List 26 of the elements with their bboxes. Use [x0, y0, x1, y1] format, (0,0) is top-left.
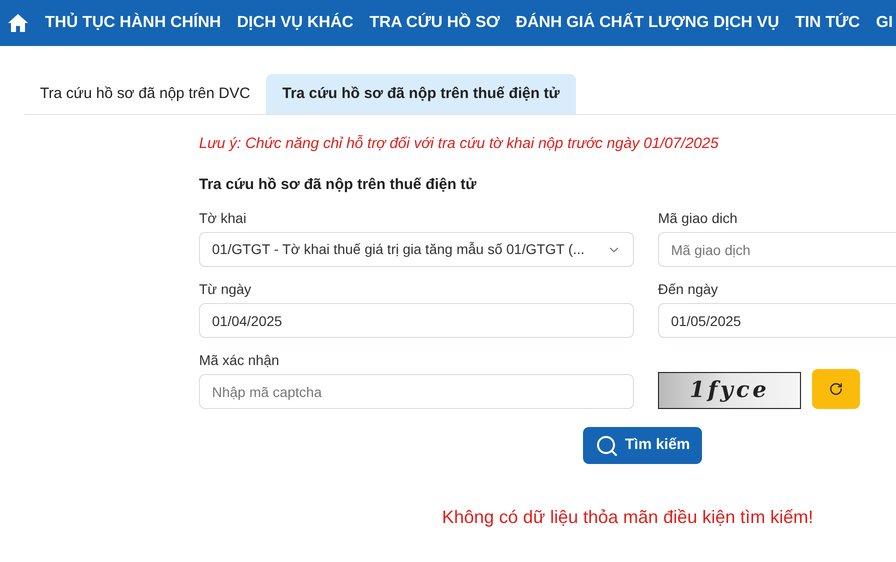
transaction-field[interactable]: Mã giao dịch: [658, 232, 896, 267]
field-label: Tờ khai: [199, 209, 248, 228]
search-icon: [595, 434, 619, 458]
nav-link[interactable]: DỊCH VỤ KHÁC: [236, 11, 354, 35]
refresh-button[interactable]: [812, 369, 860, 409]
nav-link[interactable]: ĐÁNH GIÁ CHẤT LƯỢNG DỊCH VỤ: [516, 11, 780, 35]
captcha-image: 1fyce: [658, 372, 801, 409]
home-icon[interactable]: [7, 13, 29, 33]
refresh-icon: [829, 382, 843, 396]
nav-link[interactable]: TIN TỨC: [795, 11, 860, 35]
nav-link[interactable]: GI: [876, 11, 893, 35]
declaration-select[interactable]: 01/GTGT - Tờ khai thuế giá trị gia tăng mẫu số 01/GTGT (...: [199, 232, 634, 267]
field-label: Đến ngày: [658, 280, 719, 299]
search-button[interactable]: Tìm kiếm: [583, 427, 702, 464]
field-label: Từ ngày: [199, 280, 252, 299]
captcha-field[interactable]: Nhập mã captcha: [199, 374, 634, 409]
nav-link[interactable]: THỦ TỤC HÀNH CHÍNH: [45, 11, 221, 35]
form-title: Tra cứu hồ sơ đã nộp trên thuế điện tử: [199, 174, 478, 194]
to-date-field[interactable]: 01/05/2025: [658, 303, 896, 338]
tab[interactable]: Tra cứu hồ sơ đã nộp trên thuế điện tử: [266, 74, 576, 114]
field-label: Mã giao dich: [658, 209, 738, 228]
from-date-field[interactable]: 01/04/2025: [199, 303, 634, 338]
nav-link[interactable]: TRA CỨU HỒ SƠ: [369, 11, 500, 35]
field-label: Mã xác nhận: [199, 351, 280, 370]
result-message: Không có dữ liệu thỏa mãn điều kiện tìm kiếm!: [441, 506, 814, 529]
notice-text: Lưu ý: Chức năng chỉ hỗ trợ đối với tra cứu tờ khai nộp trước ngày 01/07/2025: [199, 134, 720, 154]
